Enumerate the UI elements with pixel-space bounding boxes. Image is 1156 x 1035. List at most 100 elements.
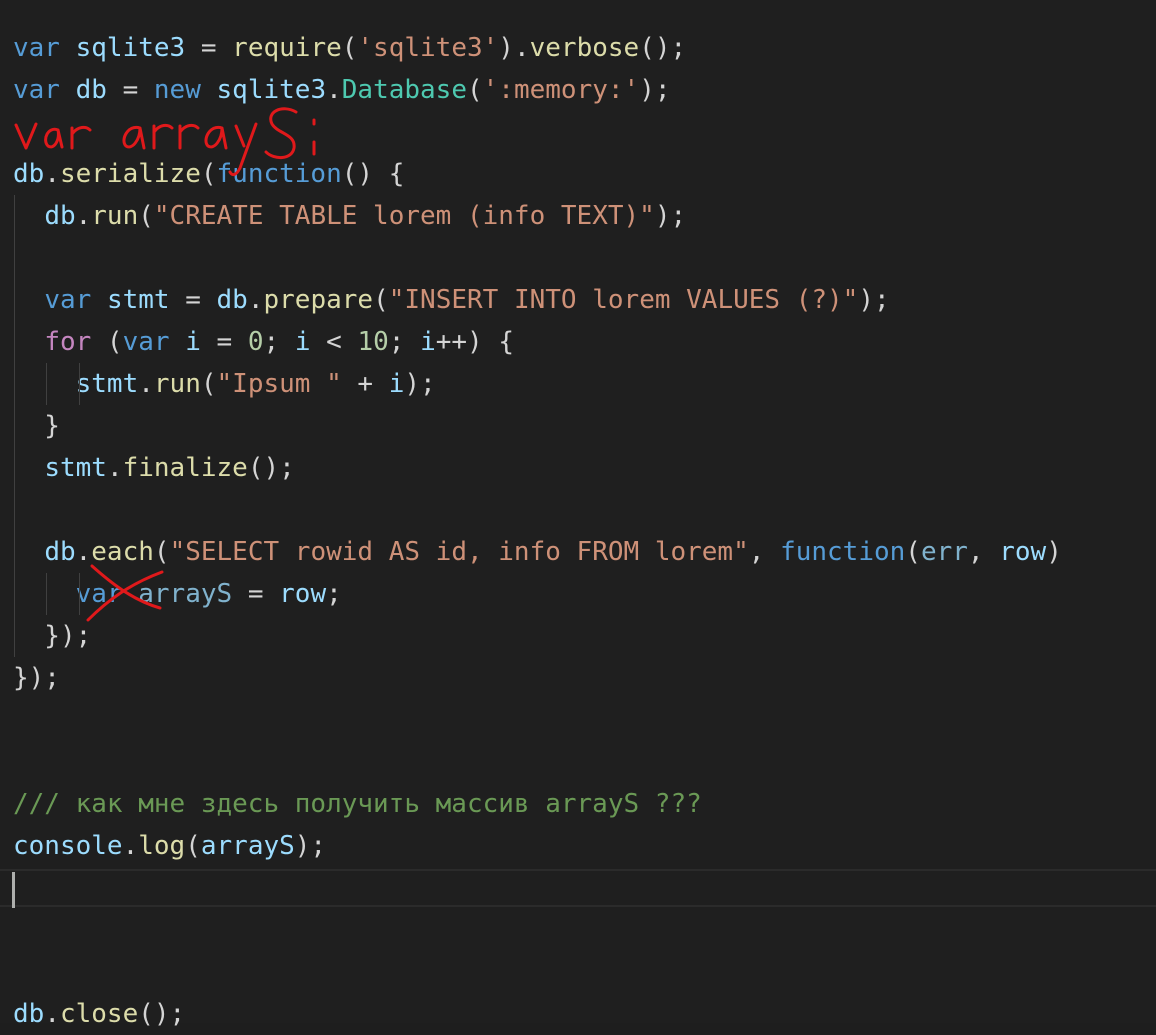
code-line[interactable]: var db = new sqlite3.Database(':memory:'… [13, 69, 1062, 111]
indent-guide [14, 405, 15, 447]
code-token: < [310, 327, 358, 357]
code-token: 'sqlite3' [357, 33, 499, 63]
code-token: , [748, 537, 781, 567]
code-token: each [91, 537, 154, 567]
code-line[interactable]: db.serialize(function() { [13, 153, 1062, 195]
code-token: ); [294, 831, 327, 861]
code-line[interactable]: stmt.run("Ipsum " + i); [13, 363, 1062, 405]
code-token: db [75, 75, 107, 105]
code-line[interactable]: }); [13, 657, 1062, 699]
code-line[interactable] [13, 489, 1062, 531]
code-line[interactable]: db.run("CREATE TABLE lorem (info TEXT)")… [13, 195, 1062, 237]
code-token: var [75, 579, 123, 609]
code-line[interactable] [13, 111, 1062, 153]
code-line[interactable] [13, 909, 1062, 951]
code-token: ; [326, 579, 342, 609]
code-token: run [153, 369, 201, 399]
code-area[interactable]: var sqlite3 = require('sqlite3').verbose… [13, 27, 1062, 1035]
code-token: . [106, 453, 123, 483]
code-token: var [13, 33, 60, 63]
code-token: prepare [263, 285, 374, 315]
code-token: db [13, 159, 45, 189]
code-token: (); [639, 33, 687, 63]
code-line[interactable]: console.log(arrayS); [13, 825, 1062, 867]
code-token: close [59, 999, 139, 1029]
code-token: i [294, 327, 311, 357]
code-token: err [920, 537, 968, 567]
code-token: = [185, 33, 233, 63]
indent-guide [14, 489, 15, 531]
code-token: ( [200, 159, 217, 189]
code-token: Database [341, 75, 467, 105]
code-line[interactable]: var arrayS = row; [13, 573, 1062, 615]
code-token: }); [13, 663, 60, 693]
code-token: ( [373, 285, 389, 315]
code-token: sqlite3 [75, 33, 186, 63]
code-token: finalize [122, 453, 248, 483]
code-line[interactable]: var stmt = db.prepare("INSERT INTO lorem… [13, 279, 1062, 321]
code-token: . [75, 201, 92, 231]
indent-guide [14, 531, 15, 573]
indent-guide [46, 573, 47, 615]
code-line[interactable] [13, 237, 1062, 279]
code-token: . [326, 75, 342, 105]
code-token: arrayS [138, 579, 233, 609]
code-token: function [780, 537, 906, 567]
code-token: (); [247, 453, 295, 483]
code-token: run [91, 201, 139, 231]
code-token: db [44, 201, 76, 231]
code-token: + [341, 369, 389, 399]
code-line[interactable]: db.each("SELECT rowid AS id, info FROM l… [13, 531, 1062, 573]
code-line[interactable]: stmt.finalize(); [13, 447, 1062, 489]
indent-guide [79, 363, 80, 405]
indent-guide [14, 237, 15, 279]
code-line[interactable] [13, 699, 1062, 741]
code-line[interactable]: /// как мне здесь получить массив arrayS… [13, 783, 1062, 825]
code-token: function [216, 159, 342, 189]
code-token: "SELECT rowid AS id, info FROM lorem" [169, 537, 749, 567]
code-token: "INSERT INTO lorem VALUES (?)" [388, 285, 859, 315]
code-token: new [153, 75, 201, 105]
code-token: verbose [529, 33, 640, 63]
indent-guide [14, 321, 15, 363]
code-token: . [138, 369, 154, 399]
code-token: ( [138, 201, 154, 231]
code-editor[interactable]: var sqlite3 = require('sqlite3').verbose… [0, 0, 1156, 1029]
code-token: ); [654, 201, 687, 231]
code-token: arrayS [200, 831, 295, 861]
code-line[interactable]: var sqlite3 = require('sqlite3').verbose… [13, 27, 1062, 69]
code-line[interactable] [13, 741, 1062, 783]
code-token: ( [467, 75, 483, 105]
code-token: var [122, 327, 170, 357]
code-token: ); [858, 285, 890, 315]
code-token: console [13, 831, 123, 861]
code-line[interactable]: db.close(); [13, 993, 1062, 1035]
code-token: ); [639, 75, 671, 105]
code-token: . [44, 159, 60, 189]
code-token: /// как мне здесь получить массив arrayS… [13, 789, 702, 819]
code-token: var [44, 285, 92, 315]
code-token: ( [185, 831, 201, 861]
code-line[interactable]: for (var i = 0; i < 10; i++) { [13, 321, 1062, 363]
code-token: ; [263, 327, 295, 357]
code-line[interactable] [13, 951, 1062, 993]
code-token: () { [341, 159, 405, 189]
code-token: , [967, 537, 1000, 567]
code-line[interactable] [13, 867, 1062, 909]
indent-guide [46, 363, 47, 405]
code-token: ++) { [435, 327, 514, 357]
code-line[interactable]: }); [13, 615, 1062, 657]
code-token: stmt [106, 285, 170, 315]
code-line[interactable]: } [13, 405, 1062, 447]
code-token: serialize [59, 159, 201, 189]
code-token: = [169, 285, 217, 315]
